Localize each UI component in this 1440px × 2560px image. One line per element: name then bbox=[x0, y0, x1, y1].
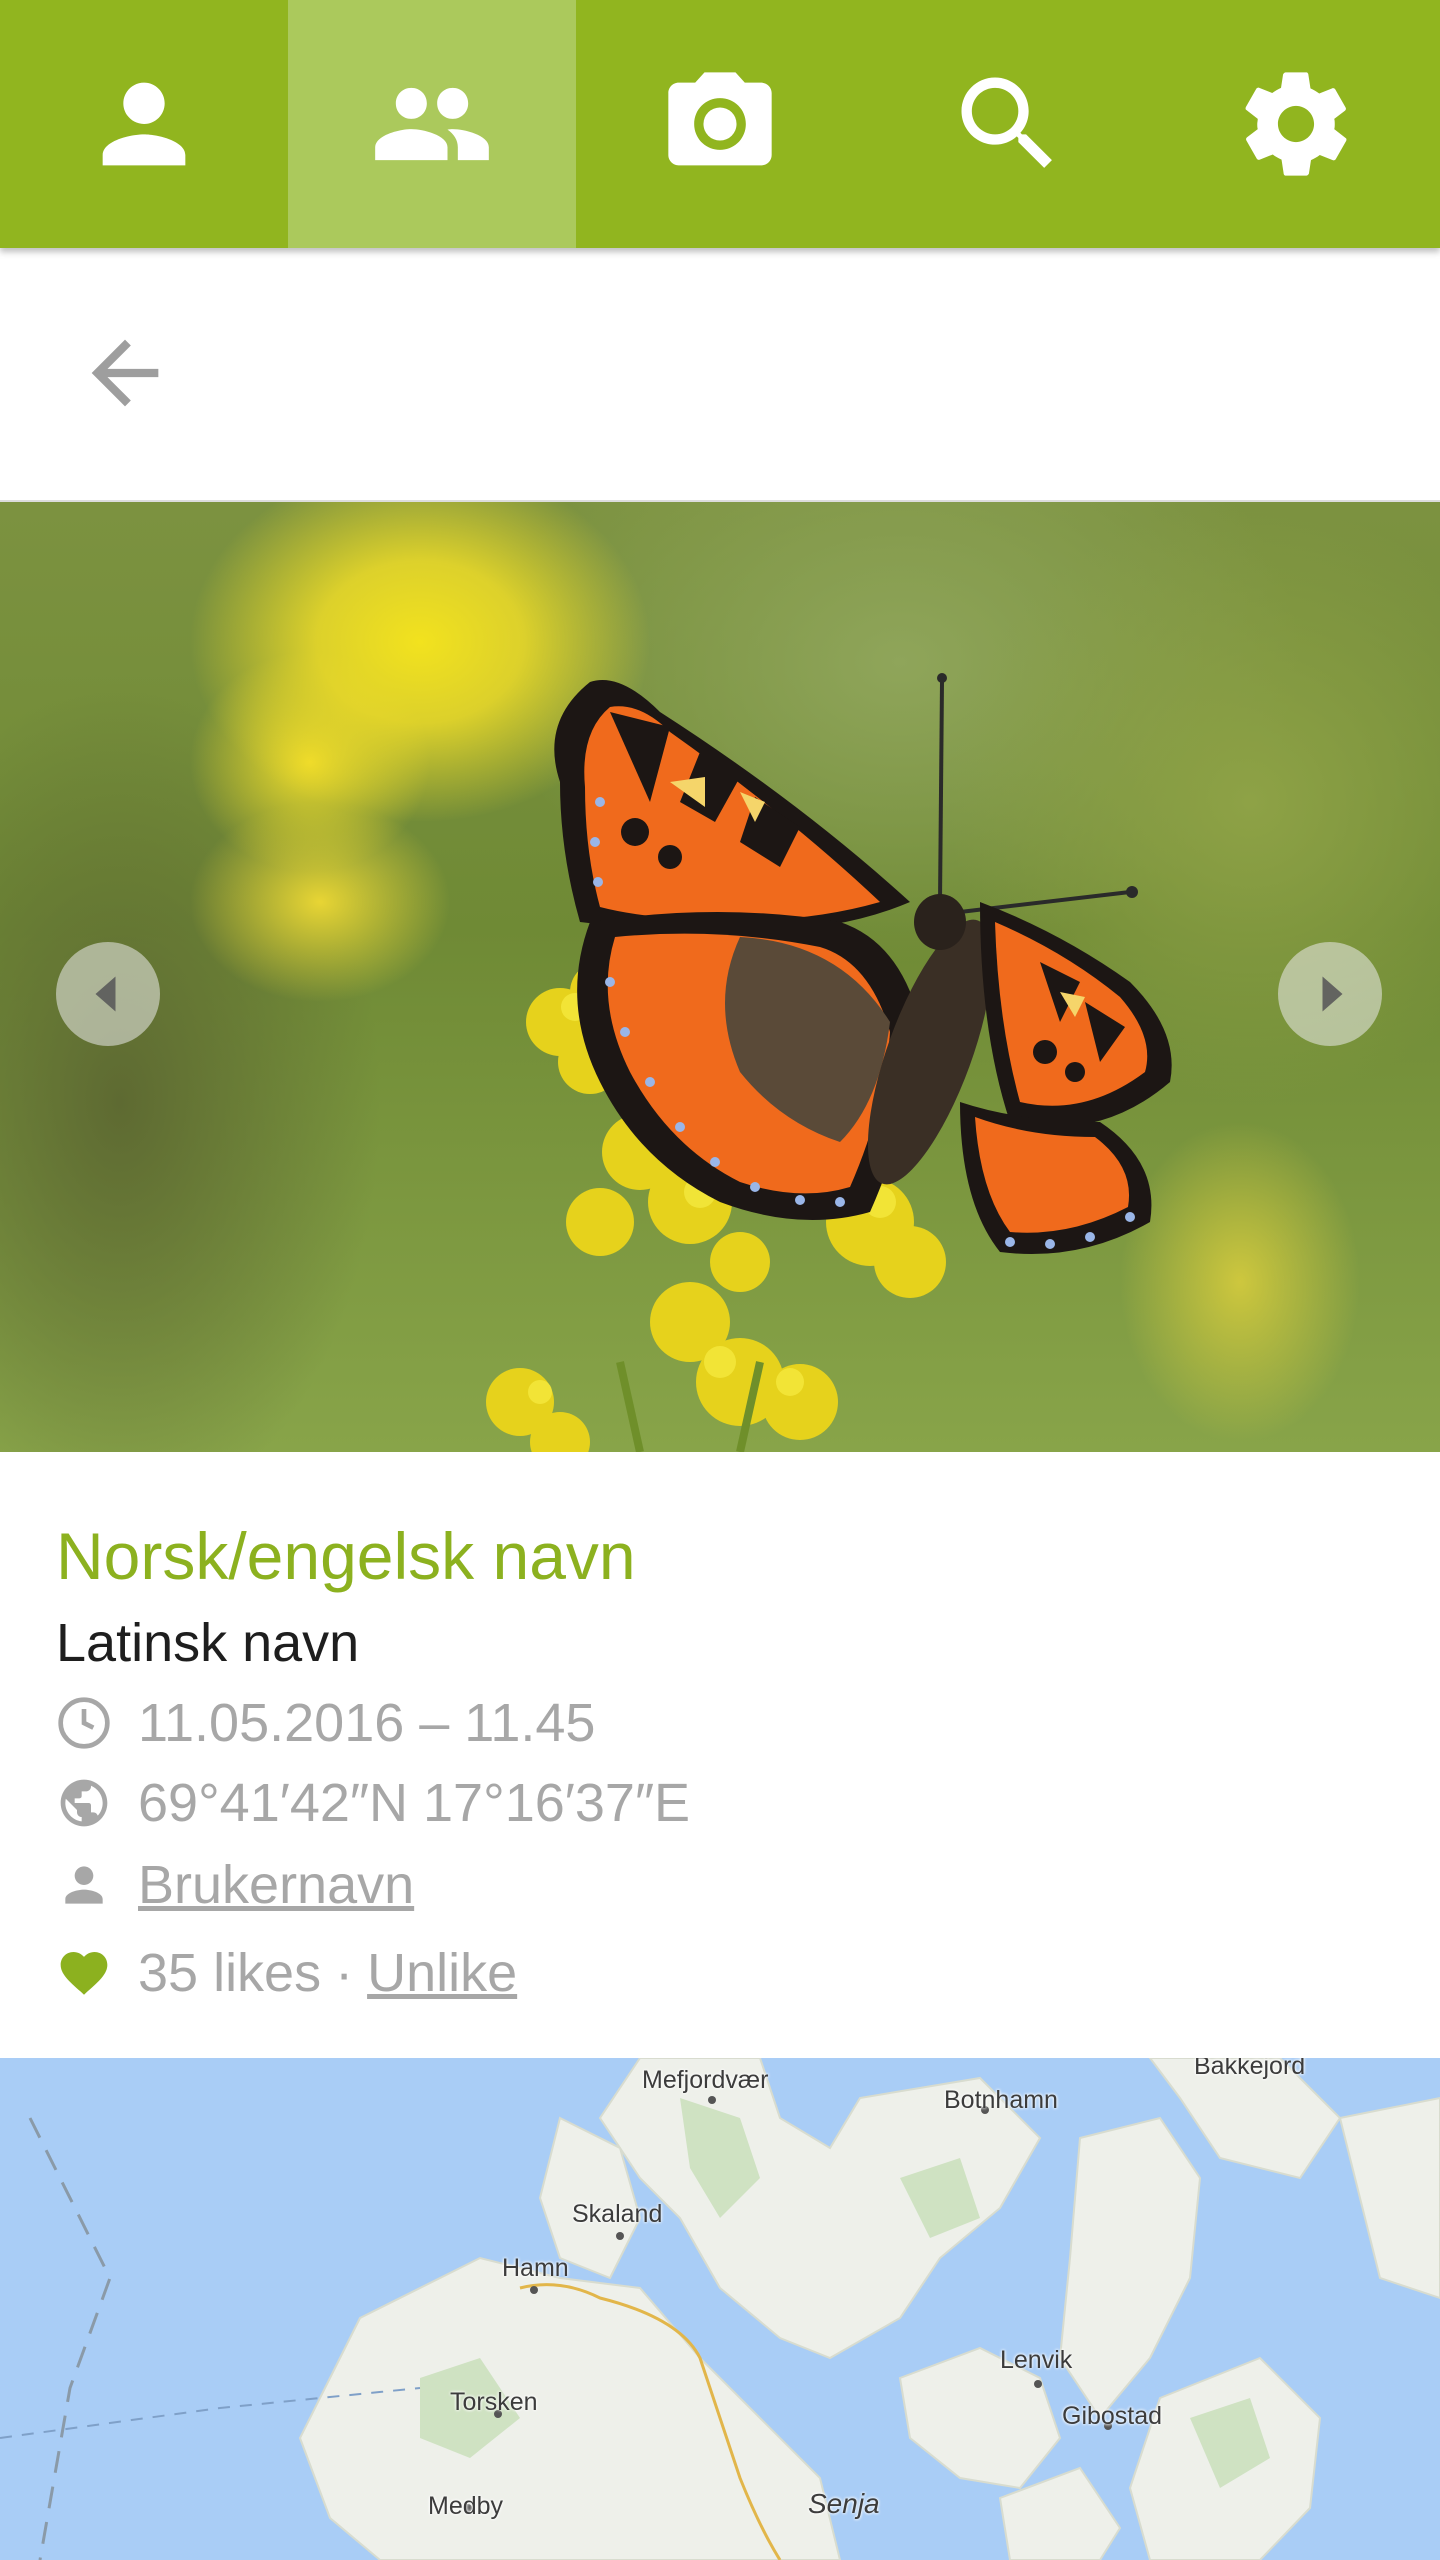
next-image-button[interactable] bbox=[1278, 942, 1382, 1046]
clock-icon bbox=[56, 1695, 112, 1751]
arrow-back-icon bbox=[91, 339, 159, 407]
heart-icon bbox=[56, 1945, 112, 2001]
coordinates-text: 69°41′42″N 17°16′37″E bbox=[138, 1773, 691, 1833]
latin-name: Latinsk navn bbox=[56, 1613, 360, 1673]
observation-datetime: 11.05.2016 – 11.45 bbox=[56, 1688, 595, 1758]
butterfly-image bbox=[554, 673, 1172, 1254]
tab-settings[interactable] bbox=[1152, 0, 1440, 248]
person-icon bbox=[102, 82, 186, 166]
map-label-gibostad: Gibostad bbox=[1062, 2402, 1163, 2430]
username-link[interactable]: Brukernavn bbox=[138, 1854, 414, 1916]
map-label-hamn: Hamn bbox=[502, 2254, 569, 2282]
unlike-link[interactable]: Unlike bbox=[367, 1942, 517, 2004]
map-label-bakkejord: Bakkejord bbox=[1194, 2058, 1306, 2080]
previous-image-button[interactable] bbox=[56, 942, 160, 1046]
map-label-lenvik: Lenvik bbox=[1000, 2346, 1073, 2374]
location-map[interactable]: Mefjordvær Botnhamn Bakkejord Skaland Ha… bbox=[0, 2058, 1440, 2560]
likes-count: 35 likes bbox=[138, 1943, 322, 2003]
map-terrain bbox=[0, 2058, 1440, 2560]
observation-user: Brukernavn bbox=[56, 1850, 414, 1920]
camera-icon bbox=[668, 72, 772, 166]
search-icon bbox=[961, 77, 1052, 168]
tab-search[interactable] bbox=[864, 0, 1152, 248]
person-icon bbox=[56, 1857, 112, 1913]
toolbar bbox=[0, 248, 1440, 502]
people-icon bbox=[375, 87, 489, 161]
separator-dot: · bbox=[335, 1943, 354, 2003]
tab-camera[interactable] bbox=[576, 0, 864, 248]
back-button[interactable] bbox=[60, 318, 190, 428]
tab-profile[interactable] bbox=[0, 0, 288, 248]
map-label-medby: Medby bbox=[428, 2492, 504, 2520]
species-name: Norsk/engelsk navn bbox=[56, 1519, 636, 1593]
map-label-mefjordvaer: Mefjordvær bbox=[642, 2066, 769, 2094]
map-label-senja: Senja bbox=[808, 2488, 880, 2519]
map-label-torsken: Torsken bbox=[450, 2388, 538, 2416]
map-label-botnhamn: Botnhamn bbox=[944, 2086, 1058, 2114]
chevron-right-icon bbox=[1322, 976, 1343, 1012]
observation-details: Norsk/engelsk navn Latinsk navn 11.05.20… bbox=[0, 1452, 1440, 2058]
map-label-skaland: Skaland bbox=[572, 2200, 663, 2228]
observation-likes: 35 likes · Unlike bbox=[56, 1938, 517, 2008]
datetime-text: 11.05.2016 – 11.45 bbox=[138, 1693, 596, 1753]
globe-icon bbox=[56, 1775, 112, 1831]
gear-icon bbox=[1245, 72, 1347, 176]
observation-coordinates: 69°41′42″N 17°16′37″E bbox=[56, 1768, 690, 1838]
chevron-left-icon bbox=[95, 976, 116, 1012]
tab-community[interactable] bbox=[288, 0, 576, 248]
top-tab-bar bbox=[0, 0, 1440, 248]
observation-photo bbox=[0, 502, 1440, 1452]
